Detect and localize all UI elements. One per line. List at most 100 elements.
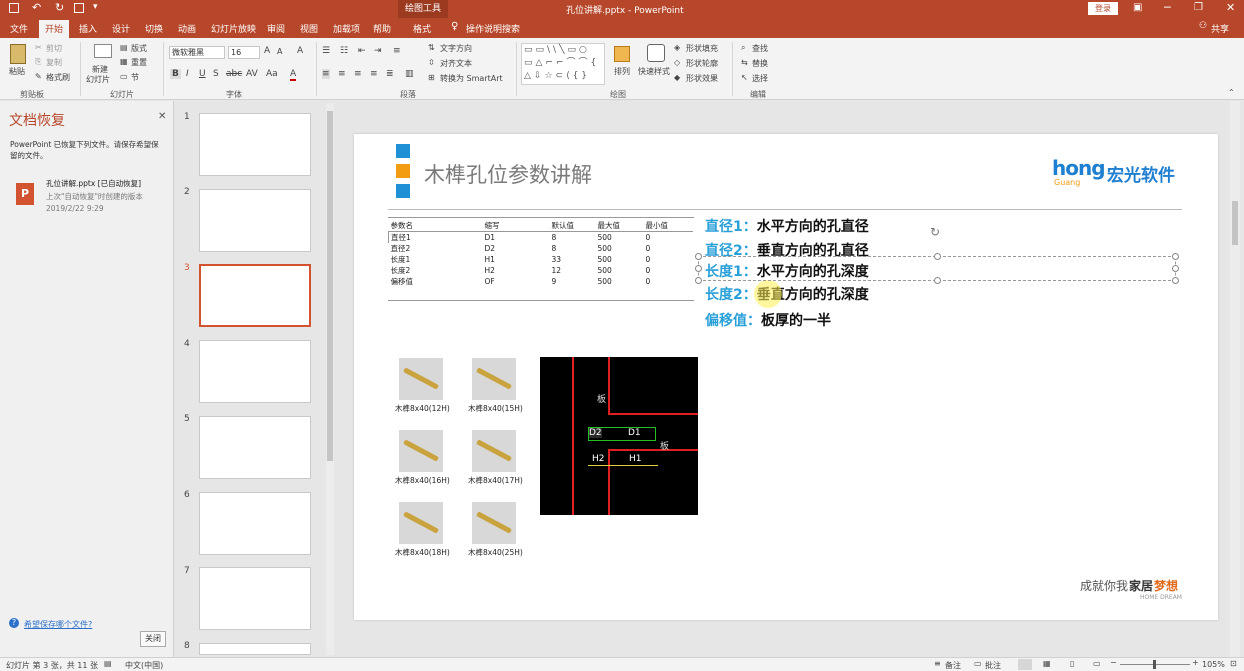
- notes-button[interactable]: 备注: [945, 660, 961, 671]
- thumb-slide-3[interactable]: [199, 264, 311, 327]
- save-icon[interactable]: [9, 3, 19, 13]
- distributed-icon[interactable]: ≣: [386, 69, 394, 79]
- increase-indent-icon[interactable]: ⇥: [374, 46, 382, 56]
- redo-icon[interactable]: ↻: [55, 1, 64, 14]
- align-center-icon[interactable]: ≡: [338, 69, 346, 79]
- align-right-icon[interactable]: ≡: [354, 69, 362, 79]
- layout-button[interactable]: 版式: [131, 43, 147, 54]
- thumb-slide-8[interactable]: [199, 643, 311, 655]
- grow-font-icon[interactable]: A: [264, 46, 270, 56]
- cut-button[interactable]: 剪切: [46, 43, 62, 54]
- resize-handle[interactable]: [1172, 253, 1179, 260]
- resize-handle[interactable]: [1172, 277, 1179, 284]
- resize-handle[interactable]: [695, 265, 702, 272]
- copy-icon[interactable]: ⎘: [35, 57, 41, 67]
- layout-icon[interactable]: ▤: [120, 43, 128, 52]
- close-icon[interactable]: ✕: [1226, 1, 1235, 14]
- thumb-slide-5[interactable]: [199, 416, 311, 479]
- align-text-icon[interactable]: ⇳: [428, 58, 435, 67]
- quick-styles-icon[interactable]: [647, 44, 665, 62]
- shapes-gallery[interactable]: ▭▭\\╲▭○ ▭△⌐⌐⌒⌒{△⇩☆⊂⟨{}: [521, 43, 605, 85]
- shrink-font-icon[interactable]: A: [277, 47, 282, 56]
- section-icon[interactable]: ▭: [120, 72, 128, 81]
- quick-styles-button[interactable]: 快速样式: [638, 66, 670, 77]
- tab-home[interactable]: 开始: [39, 20, 70, 38]
- zoom-level[interactable]: 105%: [1202, 660, 1225, 669]
- recovery-close-button[interactable]: 关闭: [140, 631, 166, 647]
- editor-scroll-thumb[interactable]: [1232, 201, 1238, 245]
- underline-icon[interactable]: U: [199, 69, 206, 79]
- tab-design[interactable]: 设计: [112, 22, 130, 35]
- spelling-icon[interactable]: ▤: [104, 659, 112, 668]
- font-name-combo[interactable]: 微软雅黑: [169, 46, 225, 59]
- resize-handle[interactable]: [695, 277, 702, 284]
- tab-review[interactable]: 审阅: [267, 22, 285, 35]
- format-painter-button[interactable]: 格式刷: [46, 72, 70, 83]
- thumb-slide-1[interactable]: [199, 113, 311, 176]
- font-size-combo[interactable]: 16: [228, 46, 260, 59]
- thumb-slide-2[interactable]: [199, 189, 311, 252]
- find-button[interactable]: 查找: [752, 43, 768, 54]
- columns-icon[interactable]: ▥: [405, 69, 414, 79]
- numbering-icon[interactable]: ☷: [340, 46, 348, 56]
- bullets-icon[interactable]: ☰: [322, 46, 330, 56]
- bold-icon[interactable]: B: [170, 69, 181, 79]
- resize-handle[interactable]: [934, 253, 941, 260]
- share-button[interactable]: 共享: [1211, 22, 1229, 35]
- dowel-picture-12h[interactable]: [399, 358, 443, 400]
- clear-format-icon[interactable]: A: [297, 46, 303, 56]
- minimize-icon[interactable]: ─: [1164, 1, 1171, 14]
- tab-file[interactable]: 文件: [10, 22, 28, 35]
- strikethrough-icon[interactable]: abc: [226, 69, 242, 79]
- justify-icon[interactable]: ≡: [370, 69, 378, 79]
- line-spacing-icon[interactable]: ≡: [393, 46, 401, 56]
- smartart-button[interactable]: 转换为 SmartArt: [440, 73, 503, 84]
- thumb-slide-4[interactable]: [199, 340, 311, 403]
- replace-icon[interactable]: ⇆: [741, 58, 748, 67]
- new-slide-button-2[interactable]: 幻灯片: [86, 74, 110, 85]
- shape-effects-icon[interactable]: ◆: [674, 73, 680, 82]
- maximize-icon[interactable]: ❐: [1194, 2, 1203, 13]
- tab-insert[interactable]: 插入: [79, 22, 97, 35]
- tab-animations[interactable]: 动画: [178, 22, 196, 35]
- paste-button[interactable]: 粘贴: [9, 66, 25, 77]
- editor-scrollbar[interactable]: [1230, 101, 1240, 657]
- text-direction-icon[interactable]: ⇅: [428, 43, 435, 52]
- zoom-in-icon[interactable]: +: [1192, 658, 1199, 667]
- resize-handle[interactable]: [934, 277, 941, 284]
- tab-transitions[interactable]: 切换: [145, 22, 163, 35]
- tab-slideshow[interactable]: 幻灯片放映: [211, 22, 256, 35]
- char-spacing-icon[interactable]: AV: [246, 69, 258, 79]
- undo-icon[interactable]: ↶: [32, 1, 41, 14]
- tab-help[interactable]: 帮助: [373, 22, 391, 35]
- thumbnails-scrollbar[interactable]: [326, 103, 334, 655]
- label-diameter1[interactable]: 直径1：水平方向的孔直径: [705, 216, 869, 236]
- language-indicator[interactable]: 中文(中国): [125, 660, 163, 671]
- zoom-slider-thumb[interactable]: [1153, 660, 1156, 669]
- decrease-indent-icon[interactable]: ⇤: [358, 46, 366, 56]
- dowel-picture-15h[interactable]: [472, 358, 516, 400]
- zoom-out-icon[interactable]: −: [1110, 658, 1117, 667]
- text-direction-button[interactable]: 文字方向: [440, 43, 472, 54]
- rotate-handle-icon[interactable]: ↻: [930, 225, 940, 239]
- recovered-file-item[interactable]: P 孔位讲解.pptx [已自动恢复] 上次"自动恢复"时创建的版本 2019/…: [7, 173, 171, 221]
- shape-effects-button[interactable]: 形状效果: [686, 73, 718, 84]
- shape-outline-icon[interactable]: ◇: [674, 58, 680, 67]
- customize-toolbar-icon[interactable]: ▾: [93, 2, 98, 12]
- shape-outline-button[interactable]: 形状轮廓: [686, 58, 718, 69]
- select-icon[interactable]: ↖: [741, 73, 748, 82]
- copy-button[interactable]: 复制: [46, 57, 62, 68]
- dowel-picture-25h[interactable]: [472, 502, 516, 544]
- align-text-button[interactable]: 对齐文本: [440, 58, 472, 69]
- comments-button[interactable]: 批注: [985, 660, 1001, 671]
- new-slide-icon[interactable]: [94, 44, 112, 58]
- italic-icon[interactable]: I: [186, 69, 189, 79]
- slide-canvas[interactable]: 木榫孔位参数讲解 hong Guang 宏光软件 参数名 缩写 默认值 最大值 …: [354, 134, 1218, 620]
- dowel-picture-18h[interactable]: [399, 502, 443, 544]
- pane-close-icon[interactable]: ✕: [158, 111, 166, 122]
- normal-view-icon[interactable]: [1018, 659, 1032, 670]
- hole-diagram[interactable]: 板 板 D2 D1 H2 H1: [540, 357, 698, 515]
- tab-view[interactable]: 视图: [300, 22, 318, 35]
- section-button[interactable]: 节: [131, 72, 139, 83]
- fit-to-window-icon[interactable]: ⊡: [1230, 659, 1237, 668]
